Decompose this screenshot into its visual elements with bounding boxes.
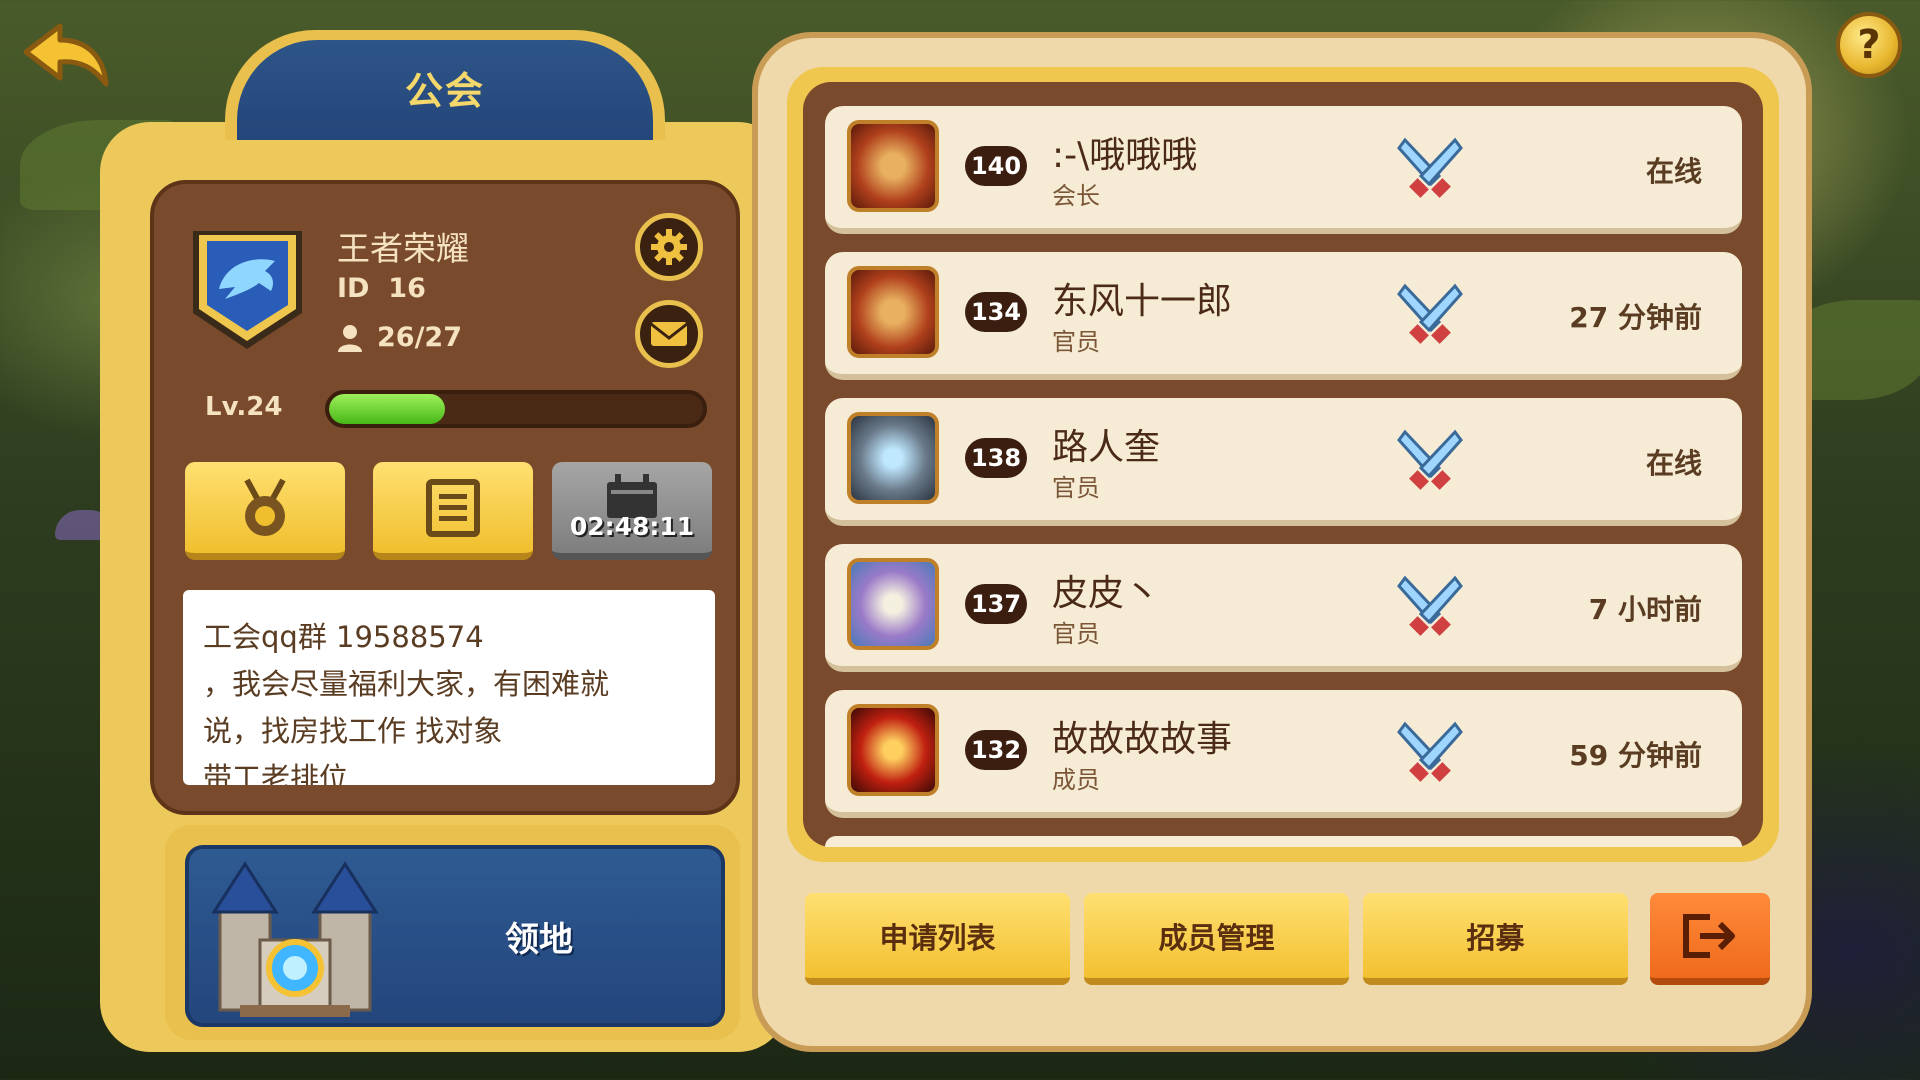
member-row[interactable]: 138 路人奎 官员 在线 xyxy=(825,398,1742,526)
member-level: 137 xyxy=(965,584,1027,624)
member-role: 官员 xyxy=(1052,474,1100,502)
page-title: 公会 xyxy=(404,69,485,113)
member-row[interactable]: 140 :-\哦哦哦 会长 在线 xyxy=(825,106,1742,234)
notice-line: 说，找房找工作 找对象 xyxy=(203,714,503,748)
demon-avatar xyxy=(847,704,939,796)
member-row-partial xyxy=(825,836,1742,847)
crossed-swords-icon xyxy=(1397,575,1463,636)
member-manage-button[interactable]: 成员管理 xyxy=(1084,893,1349,985)
notice-line: 工会qq群 19588574 xyxy=(203,620,484,654)
member-count-value: 26/27 xyxy=(377,322,463,353)
guild-name: 王者荣耀 xyxy=(337,229,469,268)
guild-notice: 工会qq群 19588574 ，我会尽量福利大家，有困难就 说，找房找工作 找对… xyxy=(183,590,715,785)
guild-id-value: 16 xyxy=(388,273,426,304)
recruit-button[interactable]: 招募 xyxy=(1363,893,1628,985)
territory-label: 领地 xyxy=(505,920,573,960)
crossed-swords-icon xyxy=(1397,137,1463,198)
member-name: :-\哦哦哦 xyxy=(1052,135,1198,176)
guild-member-count: 26/27 xyxy=(337,322,462,353)
knight-red-avatar xyxy=(847,266,939,358)
member-role: 官员 xyxy=(1052,328,1100,356)
gear-icon xyxy=(651,229,687,265)
member-row[interactable]: 137 皮皮丶 官员 7 小时前 xyxy=(825,544,1742,672)
guild-log-button[interactable] xyxy=(373,462,533,560)
crossed-swords-icon xyxy=(1397,429,1463,490)
guild-medal-button[interactable] xyxy=(185,462,345,560)
member-name: 东风十一郎 xyxy=(1052,281,1233,322)
settings-button[interactable] xyxy=(635,213,703,281)
medal-icon xyxy=(244,478,286,536)
shark-emblem-icon xyxy=(193,231,302,349)
member-status: 在线 xyxy=(1645,447,1702,480)
member-row[interactable]: 134 东风十一郎 官员 27 分钟前 xyxy=(825,252,1742,380)
guild-id: ID 16 xyxy=(337,273,426,304)
castle-icon xyxy=(211,861,379,1017)
member-name: 皮皮丶 xyxy=(1052,573,1161,614)
member-level: 132 xyxy=(965,730,1027,770)
list-icon xyxy=(426,478,480,537)
member-status: 在线 xyxy=(1645,155,1702,188)
member-name: 故故故故事 xyxy=(1052,719,1233,760)
member-status: 27 分钟前 xyxy=(1569,301,1702,334)
member-level: 140 xyxy=(965,146,1027,186)
notice-line: ，我会尽量福利大家，有困难就 xyxy=(203,667,610,701)
exit-icon xyxy=(1683,913,1735,958)
notice-line: 带工老排位 xyxy=(203,761,349,785)
guild-xp-bar xyxy=(325,390,707,428)
crossed-swords-icon xyxy=(1397,283,1463,344)
member-level: 138 xyxy=(965,438,1027,478)
member-role: 官员 xyxy=(1052,620,1100,648)
mail-icon xyxy=(650,322,688,346)
member-level: 134 xyxy=(965,292,1027,332)
guild-event-button[interactable]: 02:48:11 xyxy=(552,462,712,560)
member-role: 会长 xyxy=(1052,182,1100,210)
back-arrow-icon xyxy=(23,23,109,87)
member-row[interactable]: 132 故故故故事 成员 59 分钟前 xyxy=(825,690,1742,818)
member-status: 7 小时前 xyxy=(1588,593,1702,626)
event-timer: 02:48:11 xyxy=(569,512,695,541)
back-button[interactable] xyxy=(22,20,112,90)
apply-list-button[interactable]: 申请列表 xyxy=(805,893,1070,985)
knight-red-avatar xyxy=(847,120,939,212)
person-icon xyxy=(338,324,362,352)
guild-id-label: ID xyxy=(337,273,370,304)
leave-guild-button[interactable] xyxy=(1650,893,1770,985)
member-status: 59 分钟前 xyxy=(1569,739,1702,772)
member-name: 路人奎 xyxy=(1052,427,1161,468)
help-button[interactable]: ? xyxy=(1836,12,1902,78)
skeleton-avatar xyxy=(847,412,939,504)
guild-xp-fill xyxy=(329,394,445,424)
guild-level: Lv.24 xyxy=(205,392,283,422)
mail-button[interactable] xyxy=(635,300,703,368)
title-tab: 公会 xyxy=(225,30,665,140)
crossed-swords-icon xyxy=(1397,721,1463,782)
member-role: 成员 xyxy=(1052,766,1100,794)
question-icon: ? xyxy=(1857,22,1881,68)
wizard-avatar xyxy=(847,558,939,650)
